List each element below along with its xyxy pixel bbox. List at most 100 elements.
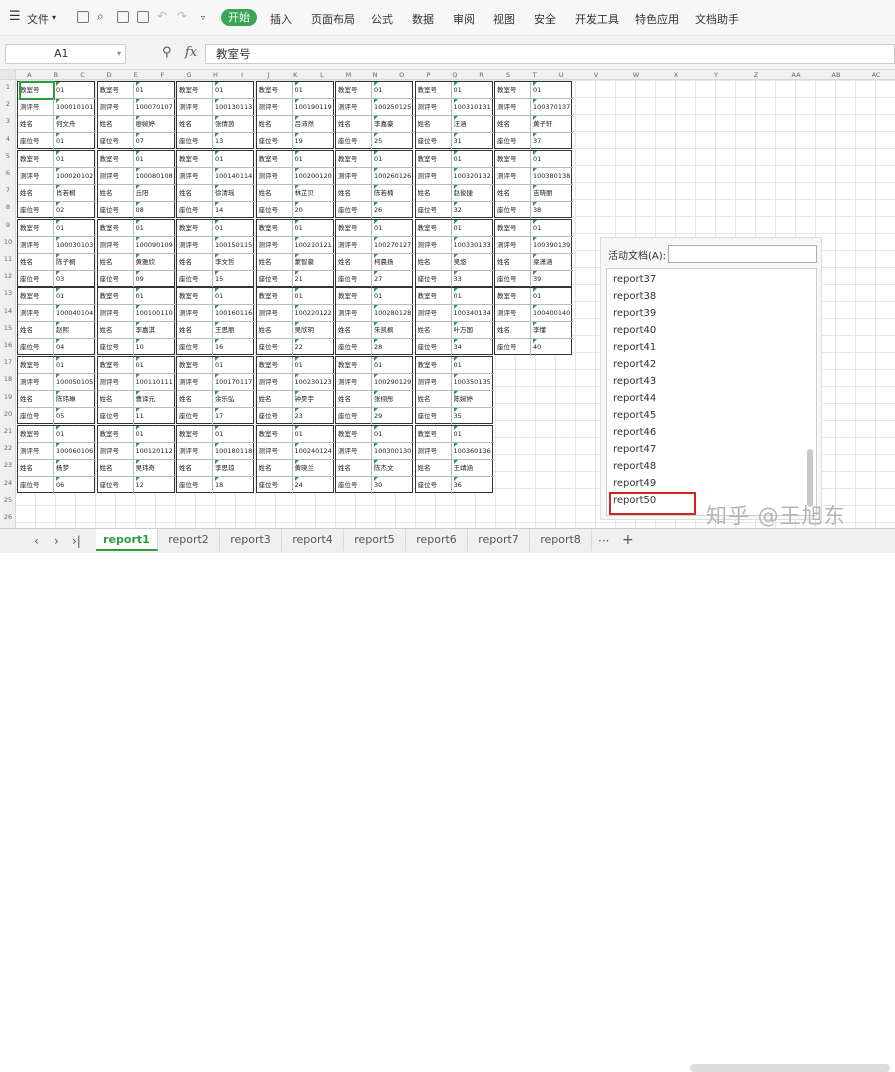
card-field-label[interactable]: 座位号 [20,477,54,494]
card-field-label[interactable]: 测评号 [338,305,372,323]
card-field-label[interactable]: 座位号 [418,133,452,150]
card-field-label[interactable]: 座位号 [338,339,372,357]
card-field-value[interactable]: 01 [453,150,494,168]
menu-file[interactable]: 文件 [27,11,49,27]
card-field-value[interactable]: 100400140 [533,305,573,322]
card-field-label[interactable]: 测评号 [418,99,452,116]
document-list[interactable]: report37 report38 report39 report40 report41… [606,268,817,516]
card-field-value[interactable]: 张栩彤 [374,391,414,408]
card-field-label[interactable]: 姓名 [418,116,452,133]
card-field-value[interactable]: 100020102 [56,167,96,185]
card-field-value[interactable]: 01 [294,219,335,237]
card-field-label[interactable]: 教室号 [259,426,293,443]
list-scrollbar[interactable] [807,449,813,507]
card-field-label[interactable]: 测评号 [20,443,54,460]
card-field-value[interactable]: 11 [135,408,176,425]
row-header[interactable]: 21 [0,427,16,435]
sheet-tab[interactable]: report7 [468,529,530,551]
card-field-label[interactable]: 测评号 [338,99,372,116]
card-field-value[interactable]: 35 [453,408,494,425]
save-icon[interactable] [77,11,89,23]
formula-input[interactable]: 教室号 [205,44,895,64]
card-field-value[interactable]: 肖若桐 [56,184,96,202]
card-field-label[interactable]: 座位号 [179,408,213,426]
card-field-value[interactable]: 余乐弘 [215,391,255,408]
card-field-label[interactable]: 测评号 [100,374,134,392]
card-field-value[interactable]: 100120112 [135,443,176,460]
card-field-value[interactable]: 01 [135,219,176,237]
card-field-label[interactable]: 座位号 [179,339,213,357]
card-field-value[interactable]: 07 [135,133,176,150]
card-field-label[interactable]: 姓名 [338,253,372,271]
card-field-label[interactable]: 教室号 [338,357,372,375]
card-field-value[interactable]: 100010101 [56,99,96,116]
card-field-label[interactable]: 测评号 [259,374,293,392]
row-header[interactable]: 10 [0,238,16,246]
card-field-value[interactable]: 01 [294,288,335,305]
card-field-value[interactable]: 陈婉婷 [453,391,494,408]
card-field-value[interactable]: 李思琼 [215,460,255,477]
chevron-down-icon[interactable]: ▾ [117,45,121,63]
sheet-tab[interactable]: report1 [96,529,158,551]
card-field-label[interactable]: 姓名 [259,253,293,271]
card-field-label[interactable]: 教室号 [100,219,134,237]
card-field-value[interactable]: 13 [215,133,255,150]
card-field-label[interactable]: 测评号 [338,374,372,392]
card-field-value[interactable]: 100380138 [533,167,573,185]
prev-sheet-icon[interactable]: ‹ [34,534,39,548]
card-field-value[interactable]: 李嘉淇 [135,322,176,339]
card-field-label[interactable]: 座位号 [338,408,372,426]
card-field-label[interactable]: 测评号 [179,99,213,116]
card-field-value[interactable]: 01 [374,82,414,99]
column-header[interactable]: AA [776,70,816,80]
card-field-value[interactable]: 01 [56,82,96,99]
card-field-value[interactable]: 01 [453,219,494,237]
column-header[interactable]: H [202,70,229,80]
card-field-label[interactable]: 测评号 [259,167,293,185]
card-field-value[interactable]: 丘阳 [135,184,176,202]
card-field-label[interactable]: 教室号 [100,357,134,375]
card-field-label[interactable]: 教室号 [338,82,372,99]
card-field-label[interactable]: 测评号 [100,443,134,460]
column-header[interactable]: E [122,70,149,80]
card-field-value[interactable]: 01 [56,357,96,374]
card-field-value[interactable]: 100050105 [56,374,96,391]
card-field-value[interactable]: 100250125 [374,99,414,116]
card-field-label[interactable]: 座位号 [259,408,293,426]
card-field-label[interactable]: 测评号 [179,374,213,392]
card-field-label[interactable]: 教室号 [259,82,293,99]
card-field-value[interactable]: 28 [374,339,414,356]
card-field-label[interactable]: 姓名 [100,322,134,340]
card-field-value[interactable]: 32 [453,201,494,219]
format-painter-icon[interactable]: ⌕ [97,9,104,24]
card-field-value[interactable]: 16 [215,339,255,356]
card-field-value[interactable]: 100290129 [374,374,414,391]
card-field-value[interactable]: 100200120 [294,167,335,185]
card-field-value[interactable]: 15 [215,270,255,288]
card-field-label[interactable]: 测评号 [259,305,293,323]
row-header[interactable]: 12 [0,272,16,280]
menu-formula[interactable]: 公式 [371,11,393,27]
card-field-label[interactable]: 教室号 [418,82,452,99]
card-field-label[interactable]: 测评号 [179,236,213,254]
card-field-label[interactable]: 测评号 [497,99,531,116]
card-field-value[interactable]: 01 [56,426,96,443]
card-field-value[interactable]: 18 [215,477,255,494]
card-field-value[interactable]: 01 [215,426,255,443]
row-header[interactable]: 3 [0,117,16,125]
card-field-label[interactable]: 测评号 [418,443,452,460]
card-field-value[interactable]: 黄雅欣 [135,253,176,271]
card-field-label[interactable]: 座位号 [338,270,372,288]
card-field-value[interactable]: 01 [374,219,414,237]
menu-view[interactable]: 视图 [493,11,515,27]
card-field-label[interactable]: 姓名 [259,391,293,409]
menu-doc-assistant[interactable]: 文档助手 [695,11,739,27]
column-header[interactable]: D [96,70,123,80]
document-list-item[interactable]: report38 [613,288,656,305]
card-field-value[interactable]: 03 [56,270,96,288]
card-field-label[interactable]: 座位号 [418,339,452,357]
card-field-value[interactable]: 100340134 [453,305,494,322]
card-field-label[interactable]: 姓名 [20,391,54,409]
card-field-label[interactable]: 座位号 [497,133,531,150]
card-field-label[interactable]: 座位号 [338,477,372,494]
